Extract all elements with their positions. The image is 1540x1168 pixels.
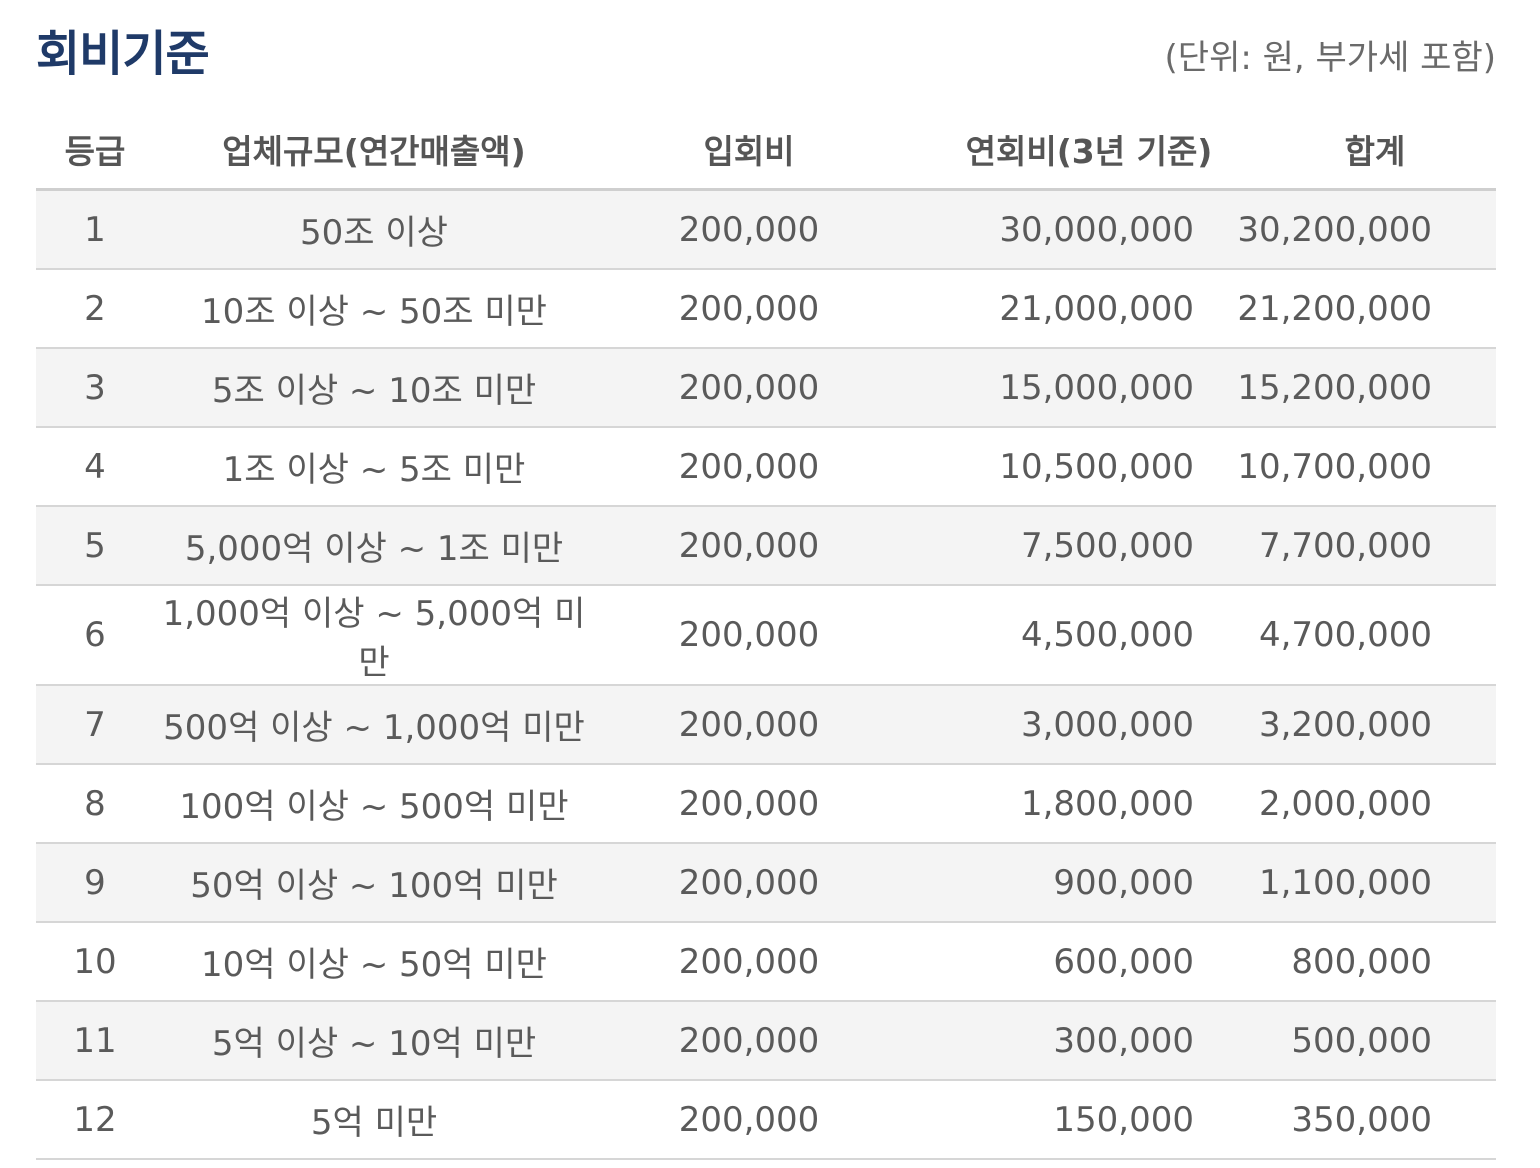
company-size-cell: 10억 이상 ~ 50억 미만 <box>154 922 594 1002</box>
company-size-cell: 50조 이상 <box>154 189 594 270</box>
entry-fee-cell: 200,000 <box>594 585 904 686</box>
annual-fee-cell: 300,000 <box>904 1001 1214 1081</box>
company-size-cell: 1조 이상 ~ 5조 미만 <box>154 427 594 507</box>
annual-fee-cell: 21,000,000 <box>904 269 1214 349</box>
entry-fee-cell: 200,000 <box>594 843 904 923</box>
annual-fee-cell: 30,000,000 <box>904 189 1214 270</box>
table-row: 7 500억 이상 ~ 1,000억 미만 200,000 3,000,000 3,20… <box>36 685 1496 765</box>
company-size-cell: 5억 미만 <box>154 1080 594 1160</box>
title-row: 회비기준 (단위: 원, 부가세 포함) <box>36 0 1496 110</box>
grade-cell: 4 <box>36 427 154 507</box>
company-size-cell: 500억 이상 ~ 1,000억 미만 <box>154 685 594 765</box>
entry-fee-cell: 200,000 <box>594 189 904 270</box>
annual-fee-cell: 15,000,000 <box>904 348 1214 428</box>
grade-cell: 9 <box>36 843 154 923</box>
grade-cell: 7 <box>36 685 154 765</box>
annual-fee-cell: 600,000 <box>904 922 1214 1002</box>
table-row: 1 50조 이상 200,000 30,000,000 30,200,000 <box>36 189 1496 270</box>
table-row: 6 1,000억 이상 ~ 5,000억 미만 200,000 4,500,000 4,… <box>36 585 1496 686</box>
total-cell: 10,700,000 <box>1214 427 1496 507</box>
unit-note: (단위: 원, 부가세 포함) <box>1164 38 1496 78</box>
total-cell: 7,700,000 <box>1214 506 1496 586</box>
total-cell: 15,200,000 <box>1214 348 1496 428</box>
entry-fee-cell: 200,000 <box>594 269 904 349</box>
table-row: 12 5억 미만 200,000 150,000 350,000 <box>36 1080 1496 1160</box>
company-size-cell: 100억 이상 ~ 500억 미만 <box>154 764 594 844</box>
annual-fee-cell: 3,000,000 <box>904 685 1214 765</box>
annual-fee-cell: 10,500,000 <box>904 427 1214 507</box>
total-cell: 350,000 <box>1214 1080 1496 1160</box>
page-title: 회비기준 <box>36 26 210 82</box>
annual-fee-cell: 1,800,000 <box>904 764 1214 844</box>
table-row: 9 50억 이상 ~ 100억 미만 200,000 900,000 1,100,000 <box>36 843 1496 923</box>
fee-table: 등급 업체규모(연간매출액) 입회비 연회비(3년 기준) 합계 1 50조 이상… <box>36 110 1496 1160</box>
entry-fee-cell: 200,000 <box>594 427 904 507</box>
total-cell: 500,000 <box>1214 1001 1496 1081</box>
table-row: 11 5억 이상 ~ 10억 미만 200,000 300,000 500,000 <box>36 1001 1496 1081</box>
entry-fee-cell: 200,000 <box>594 1080 904 1160</box>
annual-fee-cell: 150,000 <box>904 1080 1214 1160</box>
total-cell: 3,200,000 <box>1214 685 1496 765</box>
grade-cell: 5 <box>36 506 154 586</box>
table-row: 3 5조 이상 ~ 10조 미만 200,000 15,000,000 15,200,0… <box>36 348 1496 428</box>
grade-cell: 1 <box>36 189 154 270</box>
total-cell: 2,000,000 <box>1214 764 1496 844</box>
table-header-row: 등급 업체규모(연간매출액) 입회비 연회비(3년 기준) 합계 <box>36 110 1496 191</box>
column-header-grade: 등급 <box>36 110 154 191</box>
fee-standard-section: 회비기준 (단위: 원, 부가세 포함) 등급 업체규모(연간매출액) 입회비 … <box>36 0 1496 1160</box>
company-size-cell: 5조 이상 ~ 10조 미만 <box>154 348 594 428</box>
entry-fee-cell: 200,000 <box>594 1001 904 1081</box>
grade-cell: 3 <box>36 348 154 428</box>
company-size-cell: 5억 이상 ~ 10억 미만 <box>154 1001 594 1081</box>
company-size-cell: 50억 이상 ~ 100억 미만 <box>154 843 594 923</box>
grade-cell: 10 <box>36 922 154 1002</box>
grade-cell: 2 <box>36 269 154 349</box>
grade-cell: 6 <box>36 585 154 686</box>
entry-fee-cell: 200,000 <box>594 506 904 586</box>
annual-fee-cell: 7,500,000 <box>904 506 1214 586</box>
company-size-cell: 5,000억 이상 ~ 1조 미만 <box>154 506 594 586</box>
entry-fee-cell: 200,000 <box>594 764 904 844</box>
table-row: 10 10억 이상 ~ 50억 미만 200,000 600,000 800,000 <box>36 922 1496 1002</box>
annual-fee-cell: 4,500,000 <box>904 585 1214 686</box>
table-row: 8 100억 이상 ~ 500억 미만 200,000 1,800,000 2,000,… <box>36 764 1496 844</box>
total-cell: 30,200,000 <box>1214 189 1496 270</box>
entry-fee-cell: 200,000 <box>594 922 904 1002</box>
grade-cell: 8 <box>36 764 154 844</box>
table-row: 2 10조 이상 ~ 50조 미만 200,000 21,000,000 21,200,… <box>36 269 1496 349</box>
total-cell: 800,000 <box>1214 922 1496 1002</box>
entry-fee-cell: 200,000 <box>594 685 904 765</box>
column-header-company-size: 업체규모(연간매출액) <box>154 110 594 191</box>
company-size-cell: 10조 이상 ~ 50조 미만 <box>154 269 594 349</box>
total-cell: 21,200,000 <box>1214 269 1496 349</box>
total-cell: 4,700,000 <box>1214 585 1496 686</box>
column-header-entry-fee: 입회비 <box>594 110 904 191</box>
table-row: 5 5,000억 이상 ~ 1조 미만 200,000 7,500,000 7,700,… <box>36 506 1496 586</box>
grade-cell: 11 <box>36 1001 154 1081</box>
table-body: 1 50조 이상 200,000 30,000,000 30,200,000 2 10조 이… <box>36 189 1496 1160</box>
annual-fee-cell: 900,000 <box>904 843 1214 923</box>
grade-cell: 12 <box>36 1080 154 1160</box>
entry-fee-cell: 200,000 <box>594 348 904 428</box>
company-size-cell: 1,000억 이상 ~ 5,000억 미만 <box>154 585 594 686</box>
column-header-total: 합계 <box>1214 110 1496 191</box>
table-row: 4 1조 이상 ~ 5조 미만 200,000 10,500,000 10,700,00… <box>36 427 1496 507</box>
column-header-annual-fee: 연회비(3년 기준) <box>904 110 1214 191</box>
total-cell: 1,100,000 <box>1214 843 1496 923</box>
